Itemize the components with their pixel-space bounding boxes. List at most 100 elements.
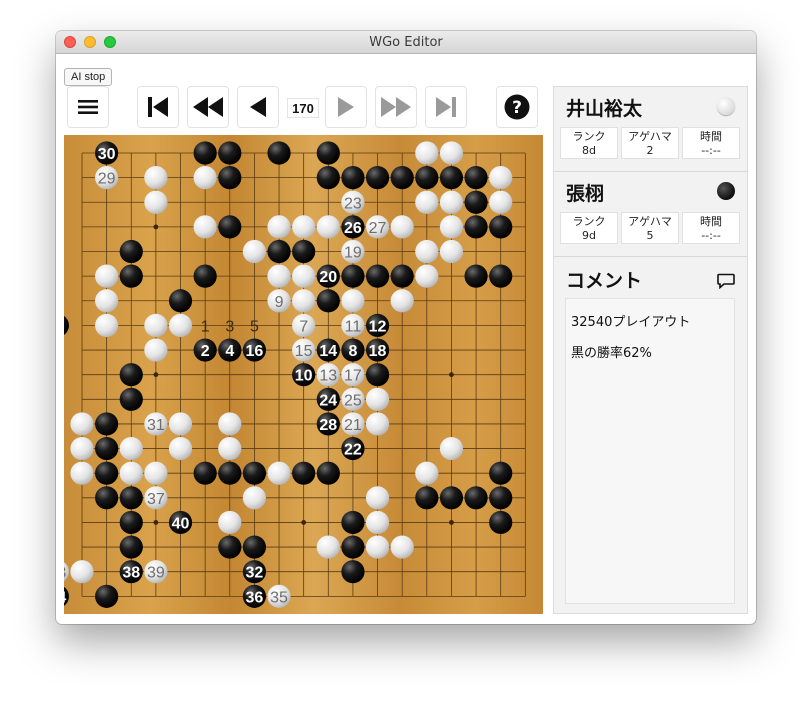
help-icon: ? <box>504 94 530 120</box>
move-number-label: 12 <box>369 318 387 335</box>
white-stone <box>390 215 414 239</box>
black-stone <box>365 264 390 288</box>
black-stone <box>119 264 143 288</box>
black-stone <box>464 166 488 190</box>
white-stone <box>292 264 316 288</box>
move-number-label: 31 <box>147 417 165 434</box>
black-stone <box>316 289 340 313</box>
move-number-label: 34 <box>64 589 66 606</box>
menu-icon <box>78 100 98 114</box>
last-move-button[interactable] <box>425 86 467 128</box>
white-stone <box>365 486 390 510</box>
black-stone <box>193 461 217 485</box>
svg-text:?: ? <box>512 98 522 118</box>
white-stone <box>390 289 414 313</box>
black-stone <box>390 166 414 190</box>
move-number-label: 3 <box>225 318 234 335</box>
black-stone <box>218 461 242 485</box>
white-stone <box>119 461 143 485</box>
black-stone <box>193 264 217 288</box>
back-one-button[interactable] <box>237 86 279 128</box>
comment-line-winrate: 黒の勝率62% <box>571 346 652 361</box>
white-stone <box>242 486 267 510</box>
black-stone <box>119 387 143 411</box>
white-stone <box>267 461 291 485</box>
comment-icon[interactable] <box>717 273 735 289</box>
move-number-label: 28 <box>319 417 337 434</box>
title-bar: WGo Editor <box>56 31 756 54</box>
black-stone <box>218 141 242 165</box>
star-point <box>449 520 454 525</box>
back-multiple-button[interactable] <box>187 86 229 128</box>
comment-box[interactable]: 32540プレイアウト 黒の勝率62% <box>565 298 735 604</box>
side-panel: 井山裕太 ランク 8d アゲハマ 2 時間 --:-- 張栩 ランク 9d アゲ… <box>553 86 748 614</box>
white-stone <box>95 289 119 313</box>
move-number-label: 23 <box>344 195 362 212</box>
white-stone <box>168 412 193 436</box>
black-stone <box>95 486 119 510</box>
move-number-label: 5 <box>250 318 259 335</box>
black-stone <box>489 215 513 239</box>
white-stone <box>439 141 464 165</box>
black-stone <box>119 486 143 510</box>
forward-one-icon <box>338 97 354 117</box>
board-canvas[interactable]: 1234567891011121314151617181920212223242… <box>64 135 543 614</box>
move-number-label: 17 <box>344 368 362 385</box>
white-stone <box>439 215 464 239</box>
white-stone <box>489 190 513 214</box>
black-stone <box>316 461 340 485</box>
ai-stop-button[interactable]: AI stop <box>64 68 113 86</box>
black-stone <box>464 486 488 510</box>
black-stone <box>464 264 488 288</box>
black-stone <box>464 190 488 214</box>
black-captures-value: 5 <box>646 229 654 242</box>
star-point <box>153 372 159 378</box>
move-number-label: 19 <box>344 245 362 262</box>
captures-label: アゲハマ <box>628 215 672 228</box>
black-stone <box>341 560 365 584</box>
white-stone <box>242 239 267 264</box>
move-number-label: 2 <box>201 343 210 360</box>
black-stone <box>119 535 143 559</box>
black-rank-value: 9d <box>582 229 596 242</box>
forward-multiple-button[interactable] <box>375 86 417 128</box>
white-stone <box>95 264 119 288</box>
white-stone <box>168 436 193 461</box>
white-stone <box>218 412 242 436</box>
first-move-button[interactable] <box>137 86 179 128</box>
move-number-label: 26 <box>344 220 362 237</box>
black-stone <box>292 461 316 485</box>
forward-one-button[interactable] <box>325 86 367 128</box>
help-button[interactable]: ? <box>496 86 538 128</box>
menu-button[interactable] <box>67 86 109 128</box>
captures-label: アゲハマ <box>628 130 672 143</box>
move-number-label: 16 <box>246 343 264 360</box>
white-stone <box>365 387 390 411</box>
white-stone <box>390 535 414 559</box>
black-stone <box>168 289 193 313</box>
white-rank-box: ランク 8d <box>560 127 618 159</box>
move-number-label: 8 <box>348 343 357 360</box>
white-stone <box>439 239 464 264</box>
white-player-panel: 井山裕太 ランク 8d アゲハマ 2 時間 --:-- <box>554 87 747 172</box>
white-stone <box>415 190 439 214</box>
white-stone <box>144 166 168 190</box>
white-stone <box>365 535 390 559</box>
white-stone <box>415 461 439 485</box>
comment-line-playouts: 32540プレイアウト <box>571 315 691 330</box>
move-number-label: 13 <box>319 368 337 385</box>
star-point <box>153 224 159 230</box>
white-stone <box>316 215 340 239</box>
move-number-label: 11 <box>345 318 362 335</box>
back-one-icon <box>250 97 266 117</box>
move-number-label: 40 <box>172 515 190 532</box>
move-number-label: 36 <box>246 589 264 606</box>
white-stone <box>70 412 94 436</box>
black-stone <box>119 510 143 535</box>
forward-multiple-icon <box>381 97 411 117</box>
white-player-name: 井山裕太 <box>566 98 643 120</box>
white-stone <box>292 289 316 313</box>
go-board[interactable]: 1234567891011121314151617181920212223242… <box>64 135 543 614</box>
back-multiple-icon <box>193 97 223 117</box>
rank-label: ランク <box>572 215 606 228</box>
